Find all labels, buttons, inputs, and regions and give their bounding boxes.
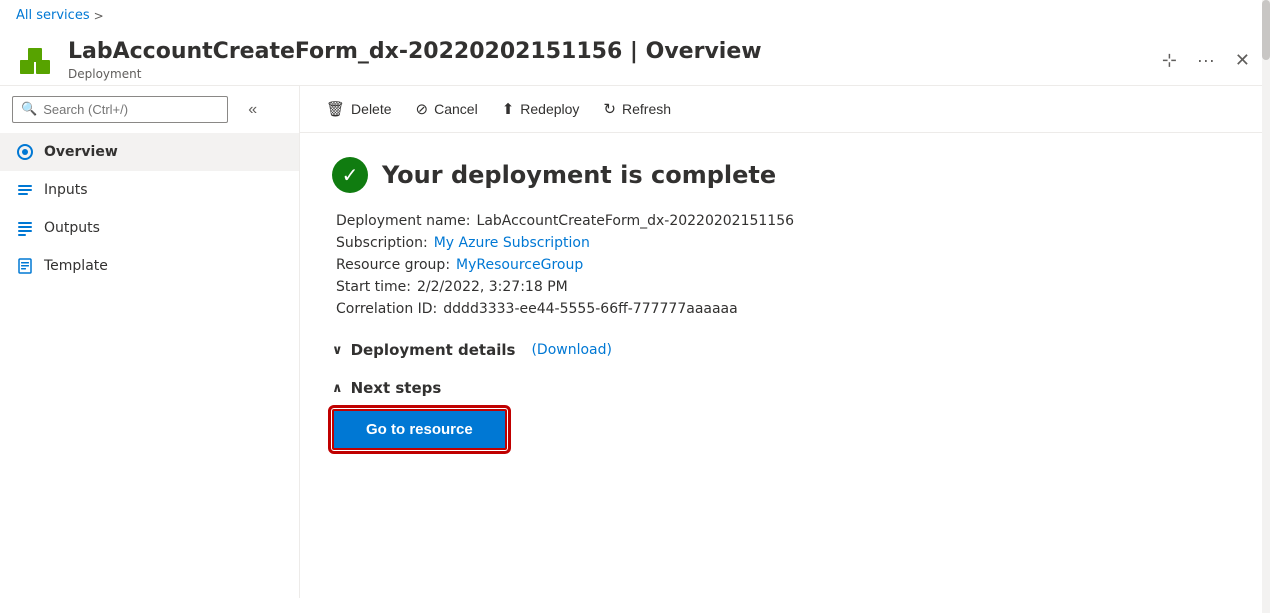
redeploy-label: Redeploy (520, 101, 579, 117)
refresh-label: Refresh (622, 101, 671, 117)
success-icon: ✓ (332, 157, 368, 193)
page-title: LabAccountCreateForm_dx-20220202151156 |… (68, 39, 1146, 65)
page-header: LabAccountCreateForm_dx-20220202151156 |… (0, 31, 1270, 85)
go-to-resource-wrapper: Go to resource (332, 409, 1238, 450)
resource-group-value-link[interactable]: MyResourceGroup (456, 257, 583, 273)
resource-group-row: Resource group: MyResourceGroup (336, 257, 1238, 273)
deployment-name-row: Deployment name: LabAccountCreateForm_dx… (336, 213, 1238, 229)
sidebar-item-overview-label: Overview (44, 144, 118, 160)
next-steps-label: Next steps (351, 379, 442, 397)
refresh-icon: ↻ (603, 100, 616, 118)
start-time-row: Start time: 2/2/2022, 3:27:18 PM (336, 279, 1238, 295)
correlation-id-label: Correlation ID: (336, 301, 437, 317)
main-content: ✓ Your deployment is complete Deployment… (300, 133, 1270, 598)
delete-label: Delete (351, 101, 391, 117)
overview-icon (16, 143, 34, 161)
inputs-icon (16, 181, 34, 199)
close-button[interactable]: ✕ (1231, 46, 1254, 75)
go-to-resource-button[interactable]: Go to resource (332, 409, 507, 450)
scrollbar-track (1262, 0, 1270, 613)
resource-icon (16, 40, 56, 80)
sidebar-item-overview[interactable]: Overview (0, 133, 299, 171)
sidebar-item-inputs[interactable]: Inputs (0, 171, 299, 209)
page-subtitle: Deployment (68, 67, 1146, 81)
collapse-icon: « (248, 101, 257, 118)
sidebar: 🔍 « Overview Inputs Outputs (0, 86, 300, 598)
pin-icon: ⊹ (1162, 50, 1177, 71)
more-icon: ··· (1197, 50, 1215, 71)
next-steps-chevron: ∧ (332, 381, 343, 396)
refresh-button[interactable]: ↻ Refresh (593, 94, 681, 124)
sidebar-item-outputs[interactable]: Outputs (0, 209, 299, 247)
delete-button[interactable]: 🗑 Delete (316, 94, 402, 124)
redeploy-icon: ⬆ (502, 100, 515, 118)
sidebar-item-template-label: Template (44, 258, 108, 274)
deployment-details-chevron: ∨ (332, 343, 343, 358)
header-actions: ⊹ ··· ✕ (1158, 46, 1254, 75)
next-steps-header[interactable]: ∧ Next steps (332, 379, 1238, 397)
all-services-link[interactable]: All services (16, 8, 90, 23)
start-time-value: 2/2/2022, 3:27:18 PM (417, 279, 568, 295)
close-icon: ✕ (1235, 50, 1250, 71)
redeploy-button[interactable]: ⬆ Redeploy (492, 94, 590, 124)
search-box[interactable]: 🔍 (12, 96, 228, 123)
start-time-label: Start time: (336, 279, 411, 295)
correlation-id-value: dddd3333-ee44-5555-66ff-777777aaaaaa (443, 301, 737, 317)
content-area: 🗑 Delete ⊘ Cancel ⬆ Redeploy ↻ Refresh ✓… (300, 86, 1270, 598)
search-input[interactable] (43, 102, 219, 117)
toolbar: 🗑 Delete ⊘ Cancel ⬆ Redeploy ↻ Refresh (300, 86, 1270, 133)
main-layout: 🔍 « Overview Inputs Outputs (0, 85, 1270, 598)
next-steps-section: ∧ Next steps Go to resource (332, 379, 1238, 450)
cancel-icon: ⊘ (416, 100, 429, 118)
pin-button[interactable]: ⊹ (1158, 46, 1181, 75)
deployment-status-header: ✓ Your deployment is complete (332, 157, 1238, 193)
outputs-icon (16, 219, 34, 237)
deployment-info-grid: Deployment name: LabAccountCreateForm_dx… (336, 213, 1238, 317)
more-options-button[interactable]: ··· (1193, 46, 1219, 75)
deployment-name-value: LabAccountCreateForm_dx-20220202151156 (477, 213, 795, 229)
deployment-status-title: Your deployment is complete (382, 161, 776, 189)
sidebar-item-outputs-label: Outputs (44, 220, 100, 236)
sidebar-item-inputs-label: Inputs (44, 182, 88, 198)
delete-icon: 🗑 (326, 100, 345, 118)
cancel-button[interactable]: ⊘ Cancel (406, 94, 488, 124)
search-row: 🔍 « (0, 86, 299, 133)
correlation-id-row: Correlation ID: dddd3333-ee44-5555-66ff-… (336, 301, 1238, 317)
sidebar-item-template[interactable]: Template (0, 247, 299, 285)
title-block: LabAccountCreateForm_dx-20220202151156 |… (68, 39, 1146, 81)
template-icon (16, 257, 34, 275)
deployment-details-header[interactable]: ∨ Deployment details (Download) (332, 341, 1238, 359)
subscription-value-link[interactable]: My Azure Subscription (434, 235, 590, 251)
collapse-sidebar-button[interactable]: « (240, 96, 265, 124)
cancel-label: Cancel (434, 101, 478, 117)
breadcrumb: All services > (0, 0, 1270, 31)
deployment-name-label: Deployment name: (336, 213, 471, 229)
subscription-label: Subscription: (336, 235, 428, 251)
deployment-details-label: Deployment details (351, 341, 516, 359)
resource-group-label: Resource group: (336, 257, 450, 273)
search-icon: 🔍 (21, 102, 37, 117)
subscription-row: Subscription: My Azure Subscription (336, 235, 1238, 251)
download-link[interactable]: (Download) (531, 342, 612, 358)
breadcrumb-separator: > (94, 9, 104, 23)
deployment-details-section: ∨ Deployment details (Download) (332, 341, 1238, 359)
scrollbar-thumb[interactable] (1262, 0, 1270, 60)
